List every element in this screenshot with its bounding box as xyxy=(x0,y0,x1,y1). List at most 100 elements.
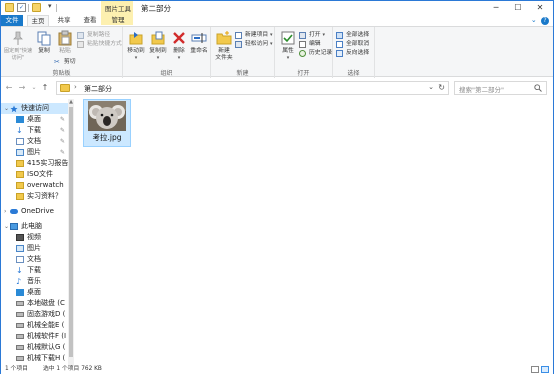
pin-icon[interactable]: ✎ xyxy=(60,125,65,136)
maximize-button[interactable]: ☐ xyxy=(507,1,529,15)
large-icons-view-icon[interactable] xyxy=(541,366,549,373)
nav-pc-pictures[interactable]: 图片 xyxy=(1,243,68,254)
copy-icon xyxy=(36,30,52,46)
up-button[interactable]: ↑ xyxy=(40,82,50,94)
nav-videos[interactable]: 视频 xyxy=(1,232,68,243)
nav-downloads[interactable]: ↓ 下载 ✎ xyxy=(1,125,68,136)
ribbon: 固定到"快速访问" 复制 粘贴 复制路径 粘贴快捷方式 ✂ 剪切 剪贴板 移动到… xyxy=(1,26,553,78)
chevron-right-icon[interactable]: › xyxy=(4,206,6,217)
paste-shortcut-label: 粘贴快捷方式 xyxy=(87,41,122,47)
copy-path-button[interactable]: 复制路径 xyxy=(77,31,110,40)
open-group: 属性 ▾ 打开 ▾ 编辑 历史记录 打开 xyxy=(275,27,333,78)
nav-pictures[interactable]: 图片 ✎ xyxy=(1,147,68,158)
nav-this-pc[interactable]: ⌄ 此电脑 xyxy=(1,221,68,232)
ribbon-help[interactable]: ⌄ ? xyxy=(531,16,549,25)
select-group: 全部选择 全部取消 反向选择 选择 xyxy=(333,27,375,78)
address-bar[interactable]: › 第二部分 ⌄ ↻ xyxy=(56,81,449,95)
nav-desktop[interactable]: 桌面 ✎ xyxy=(1,114,68,125)
delete-button[interactable]: 删除 ▾ xyxy=(168,30,190,62)
copy-to-button[interactable]: 复制到 ▾ xyxy=(147,30,169,62)
paste-button[interactable]: 粘贴 xyxy=(54,30,76,55)
edit-button[interactable]: 编辑 xyxy=(299,40,321,49)
move-to-label: 移动到 xyxy=(127,48,145,54)
nav-music[interactable]: ♪ 音乐 xyxy=(1,276,68,287)
chevron-down-icon[interactable]: ▾ xyxy=(48,2,52,10)
details-view-icon[interactable] xyxy=(531,366,539,373)
nav-drive-h[interactable]: 机械下载H ( xyxy=(1,353,68,364)
new-folder-quick-icon[interactable] xyxy=(32,3,41,12)
new-folder-button[interactable]: 新建 文件夹 xyxy=(213,30,235,62)
properties-quick-icon[interactable]: ✓ xyxy=(17,3,26,12)
move-to-button[interactable]: 移动到 ▾ xyxy=(125,30,147,62)
nav-drive-f[interactable]: 机械软件F (I xyxy=(1,331,68,342)
nav-drive-d[interactable]: 固态游戏D ( xyxy=(1,309,68,320)
expand-ribbon-icon[interactable]: ⌄ xyxy=(531,16,537,24)
tab-file[interactable]: 文件 xyxy=(1,15,23,26)
pin-icon[interactable]: ✎ xyxy=(60,136,65,147)
nav-quick-access[interactable]: ⌄ 快速访问 xyxy=(1,103,68,114)
paste-shortcut-button[interactable]: 粘贴快捷方式 xyxy=(77,40,122,49)
nav-pc-documents[interactable]: 文档 xyxy=(1,254,68,265)
history-icon xyxy=(299,50,306,57)
refresh-icon[interactable]: ↻ xyxy=(438,83,445,92)
chevron-down-icon[interactable]: ⌄ xyxy=(4,103,9,114)
nav-folder-overwatch[interactable]: overwatch xyxy=(1,180,68,191)
nav-pc-downloads[interactable]: ↓ 下载 xyxy=(1,265,68,276)
nav-drive-e-label: 机械全能E ( xyxy=(27,321,65,329)
easy-access-button[interactable]: 轻松访问 ▾ xyxy=(235,40,273,49)
folder-icon xyxy=(16,160,24,167)
question-icon[interactable]: ? xyxy=(541,17,549,25)
tab-share[interactable]: 共享 xyxy=(53,15,75,26)
invert-selection-button[interactable]: 反向选择 xyxy=(336,49,369,58)
nav-drive-c[interactable]: 本地磁盘 (C xyxy=(1,298,68,309)
select-all-button[interactable]: 全部选择 xyxy=(336,31,369,40)
nav-folder-internship[interactable]: 实习资料？ xyxy=(1,191,68,202)
nav-this-pc-label: 此电脑 xyxy=(21,222,42,230)
nav-folder-415[interactable]: 415实习报告 xyxy=(1,158,68,169)
open-group-label: 打开 xyxy=(297,70,310,77)
close-button[interactable]: ✕ xyxy=(529,1,551,15)
back-button[interactable]: ← xyxy=(4,82,14,94)
minimize-button[interactable]: ─ xyxy=(485,1,507,15)
search-input[interactable]: 搜索"第二部分" xyxy=(454,81,547,95)
new-folder-icon xyxy=(216,30,232,46)
scroll-up-icon[interactable]: ▲ xyxy=(68,99,74,105)
recent-locations-button[interactable]: ⌄ xyxy=(29,82,39,94)
new-item-icon xyxy=(235,32,242,39)
nav-onedrive[interactable]: › OneDrive xyxy=(1,206,68,217)
search-icon[interactable] xyxy=(534,84,542,92)
navigation-scrollbar[interactable]: ▲ xyxy=(68,99,74,365)
nav-folder-iso[interactable]: ISO文件 xyxy=(1,169,68,180)
tab-home[interactable]: 主页 xyxy=(27,15,49,26)
open-button[interactable]: 打开 ▾ xyxy=(299,31,325,40)
chevron-right-icon[interactable]: › xyxy=(74,83,77,91)
nav-videos-label: 视频 xyxy=(27,233,41,241)
nav-pc-desktop[interactable]: 桌面 xyxy=(1,287,68,298)
file-item[interactable]: 考拉.jpg xyxy=(83,99,131,147)
file-list[interactable]: 考拉.jpg xyxy=(75,99,553,365)
new-item-button[interactable]: 新建项目 ▾ xyxy=(235,31,273,40)
tab-view[interactable]: 查看 xyxy=(79,15,101,26)
pin-icon[interactable]: ✎ xyxy=(60,147,65,158)
cut-button[interactable]: ✂ 剪切 xyxy=(54,58,76,67)
nav-drive-g[interactable]: 机械默认G ( xyxy=(1,342,68,353)
tab-manage[interactable]: 管理 xyxy=(105,15,131,26)
select-none-button[interactable]: 全部取消 xyxy=(336,40,369,49)
chevron-down-icon[interactable]: ⌄ xyxy=(4,221,9,232)
rename-icon xyxy=(191,30,207,46)
copy-button[interactable]: 复制 xyxy=(33,30,55,55)
properties-button[interactable]: 属性 ▾ xyxy=(277,30,299,62)
pin-quick-access-button[interactable]: 固定到"快速访问" xyxy=(3,30,33,62)
paste-shortcut-icon xyxy=(77,41,84,48)
nav-pictures-label: 图片 xyxy=(27,148,41,156)
folder-icon xyxy=(60,84,70,92)
rename-button[interactable]: 重命名 xyxy=(188,30,210,55)
scrollbar-thumb[interactable] xyxy=(69,107,73,357)
breadcrumb[interactable]: 第二部分 xyxy=(84,84,112,94)
chevron-down-icon[interactable]: ⌄ xyxy=(428,83,434,91)
forward-button[interactable]: → xyxy=(17,82,27,94)
pin-icon[interactable]: ✎ xyxy=(60,114,65,125)
nav-documents[interactable]: 文档 ✎ xyxy=(1,136,68,147)
nav-drive-e[interactable]: 机械全能E ( xyxy=(1,320,68,331)
history-button[interactable]: 历史记录 xyxy=(299,49,332,58)
